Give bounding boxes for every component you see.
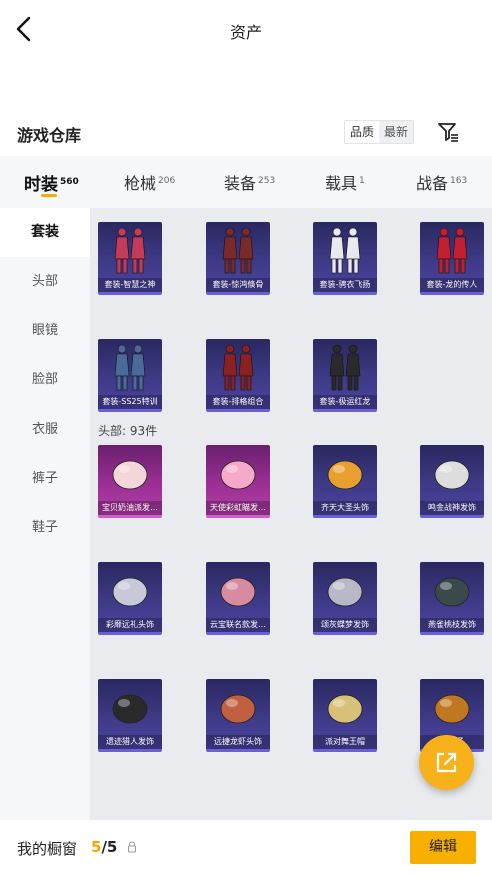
tab-count: 1 (359, 176, 365, 186)
item-name: 远捷龙虾头饰 (206, 735, 270, 749)
item-name: 彩靡远礼头饰 (98, 618, 162, 632)
item-name: 鸣金战神发饰 (420, 501, 484, 515)
head-item-card[interactable]: 遗迹猎人发饰 (98, 679, 162, 752)
outfit-icon (222, 227, 254, 274)
item-name: 套装-排格组合 (206, 395, 270, 409)
suit-card[interactable]: 套装-惊鸿倏骨 (206, 222, 270, 295)
item-name: 派对舞王帽 (313, 735, 377, 749)
item-name: 套装-智慧之神 (98, 278, 162, 292)
hair-icon (112, 460, 148, 490)
hair-icon (220, 460, 256, 490)
helmet-icon (434, 460, 470, 490)
warehouse-title: 游戏仓库 (17, 126, 82, 145)
suit-card[interactable]: 套装-排格组合 (206, 339, 270, 412)
outfit-icon (329, 227, 361, 274)
head-item-card[interactable]: 宝贝奶油派发… (98, 445, 162, 518)
outfit-icon (222, 344, 254, 391)
tab-label: 载具 (325, 174, 358, 193)
item-name: 天使彩虹瞄发… (206, 501, 270, 515)
tab-label: 枪械 (124, 174, 157, 193)
item-grid: 套装-智慧之神 套装-惊鸿倏骨 套装-骋衣飞扬 套装-龙的传人套装-SS25特训 套装-… (90, 208, 492, 820)
head-item-card[interactable]: 派对舞王帽 (313, 679, 377, 752)
head-item-card[interactable]: 天使彩虹瞄发… (206, 445, 270, 518)
sort-newest-button[interactable]: 最新 (379, 121, 414, 143)
tab-label: 装备 (224, 174, 257, 193)
item-name: 套装-惊鸿倏骨 (206, 278, 270, 292)
suit-card[interactable]: 套装-骋衣飞扬 (313, 222, 377, 295)
head-item-card[interactable]: 齐天大圣头饰 (313, 445, 377, 518)
tab-count: 253 (258, 176, 276, 186)
antenna-icon (220, 694, 256, 724)
outfit-icon (436, 227, 468, 274)
suit-card[interactable]: 套装-极运红龙 (313, 339, 377, 412)
head-item-card[interactable]: 彩靡远礼头饰 (98, 562, 162, 635)
sidebar-item-head[interactable]: 头部 (0, 257, 90, 306)
tab-count: 206 (158, 176, 176, 186)
category-tabs: 时装 560 枪械 206 装备 253 载具 1 战备 163 (0, 156, 492, 208)
tab-label: 时装 (24, 175, 58, 195)
sidebar-item-glasses[interactable]: 眼镜 (0, 306, 90, 355)
showcase-total: 5 (106, 838, 118, 856)
tab-fashion[interactable]: 时装 560 (24, 170, 79, 195)
item-name: 燕雀桃枝发饰 (420, 618, 484, 632)
item-name: 云宝联名款发… (206, 618, 270, 632)
hair-icon (327, 577, 363, 607)
sidebar-item-pants[interactable]: 裤子 (0, 454, 90, 503)
lock-icon (128, 841, 136, 853)
sort-toggle: 品质 最新 (344, 120, 415, 144)
top-bar: 资产 (0, 0, 492, 58)
head-section-label: 头部: 93件 (98, 424, 158, 438)
item-name: 齐天大圣头饰 (313, 501, 377, 515)
outfit-icon (329, 344, 361, 391)
suit-card[interactable]: 套装-智慧之神 (98, 222, 162, 295)
tab-equipment[interactable]: 装备 253 (224, 170, 275, 194)
sidebar-item-clothes[interactable]: 衣服 (0, 405, 90, 454)
headband-icon (327, 460, 363, 490)
page-title: 资产 (229, 23, 262, 42)
item-name: 遗迹猎人发饰 (98, 735, 162, 749)
sidebar-item-suits[interactable]: 套装 (0, 208, 90, 257)
tab-count: 163 (450, 176, 468, 186)
item-name: 套装-极运红龙 (313, 395, 377, 409)
sidebar-item-face[interactable]: 脸部 (0, 355, 90, 404)
warehouse-header: 游戏仓库 品质 最新 (0, 118, 492, 148)
showcase-current: 5 (91, 838, 102, 856)
head-item-card[interactable]: 云宝联名款发… (206, 562, 270, 635)
suit-card[interactable]: 套装-龙的传人 (420, 222, 484, 295)
item-name: 套装-SS25特训 (98, 395, 162, 409)
tab-guns[interactable]: 枪械 206 (124, 170, 175, 194)
hair-icon (220, 577, 256, 607)
outfit-icon (114, 227, 146, 274)
filter-icon[interactable] (436, 120, 460, 144)
head-item-card[interactable]: 鸣金战神发饰 (420, 445, 484, 518)
tab-count: 560 (60, 177, 79, 187)
share-button[interactable] (419, 735, 474, 790)
item-name: 宝贝奶油派发… (98, 501, 162, 515)
showcase-bar: 我的橱窗 5/5 编辑 (0, 820, 492, 876)
edit-button[interactable]: 编辑 (410, 831, 476, 864)
tab-label: 战备 (416, 174, 449, 193)
hat-icon (112, 577, 148, 607)
tab-gear[interactable]: 战备 163 (416, 170, 467, 194)
active-tab-indicator (41, 194, 57, 197)
showcase-count: 5/5 (91, 838, 117, 856)
item-name: 套装-龙的传人 (420, 278, 484, 292)
sidebar-item-shoes[interactable]: 鞋子 (0, 503, 90, 552)
sort-quality-button[interactable]: 品质 (345, 121, 380, 143)
outfit-icon (114, 344, 146, 391)
hair-icon (112, 694, 148, 724)
head-item-card[interactable]: 远捷龙虾头饰 (206, 679, 270, 752)
item-name: 颂灰蝶梦发饰 (313, 618, 377, 632)
external-link-icon (436, 752, 457, 773)
item-name: 套装-骋衣飞扬 (313, 278, 377, 292)
head-item-card[interactable]: 颂灰蝶梦发饰 (313, 562, 377, 635)
hair-icon (434, 577, 470, 607)
cowboy-hat-icon (434, 694, 470, 724)
tab-vehicles[interactable]: 载具 1 (325, 170, 365, 194)
cap-icon (327, 694, 363, 724)
head-item-card[interactable]: 燕雀桃枝发饰 (420, 562, 484, 635)
suit-card[interactable]: 套装-SS25特训 (98, 339, 162, 412)
showcase-label: 我的橱窗 (17, 840, 78, 858)
subcategory-sidebar: 套装 头部 眼镜 脸部 衣服 裤子 鞋子 (0, 208, 90, 820)
